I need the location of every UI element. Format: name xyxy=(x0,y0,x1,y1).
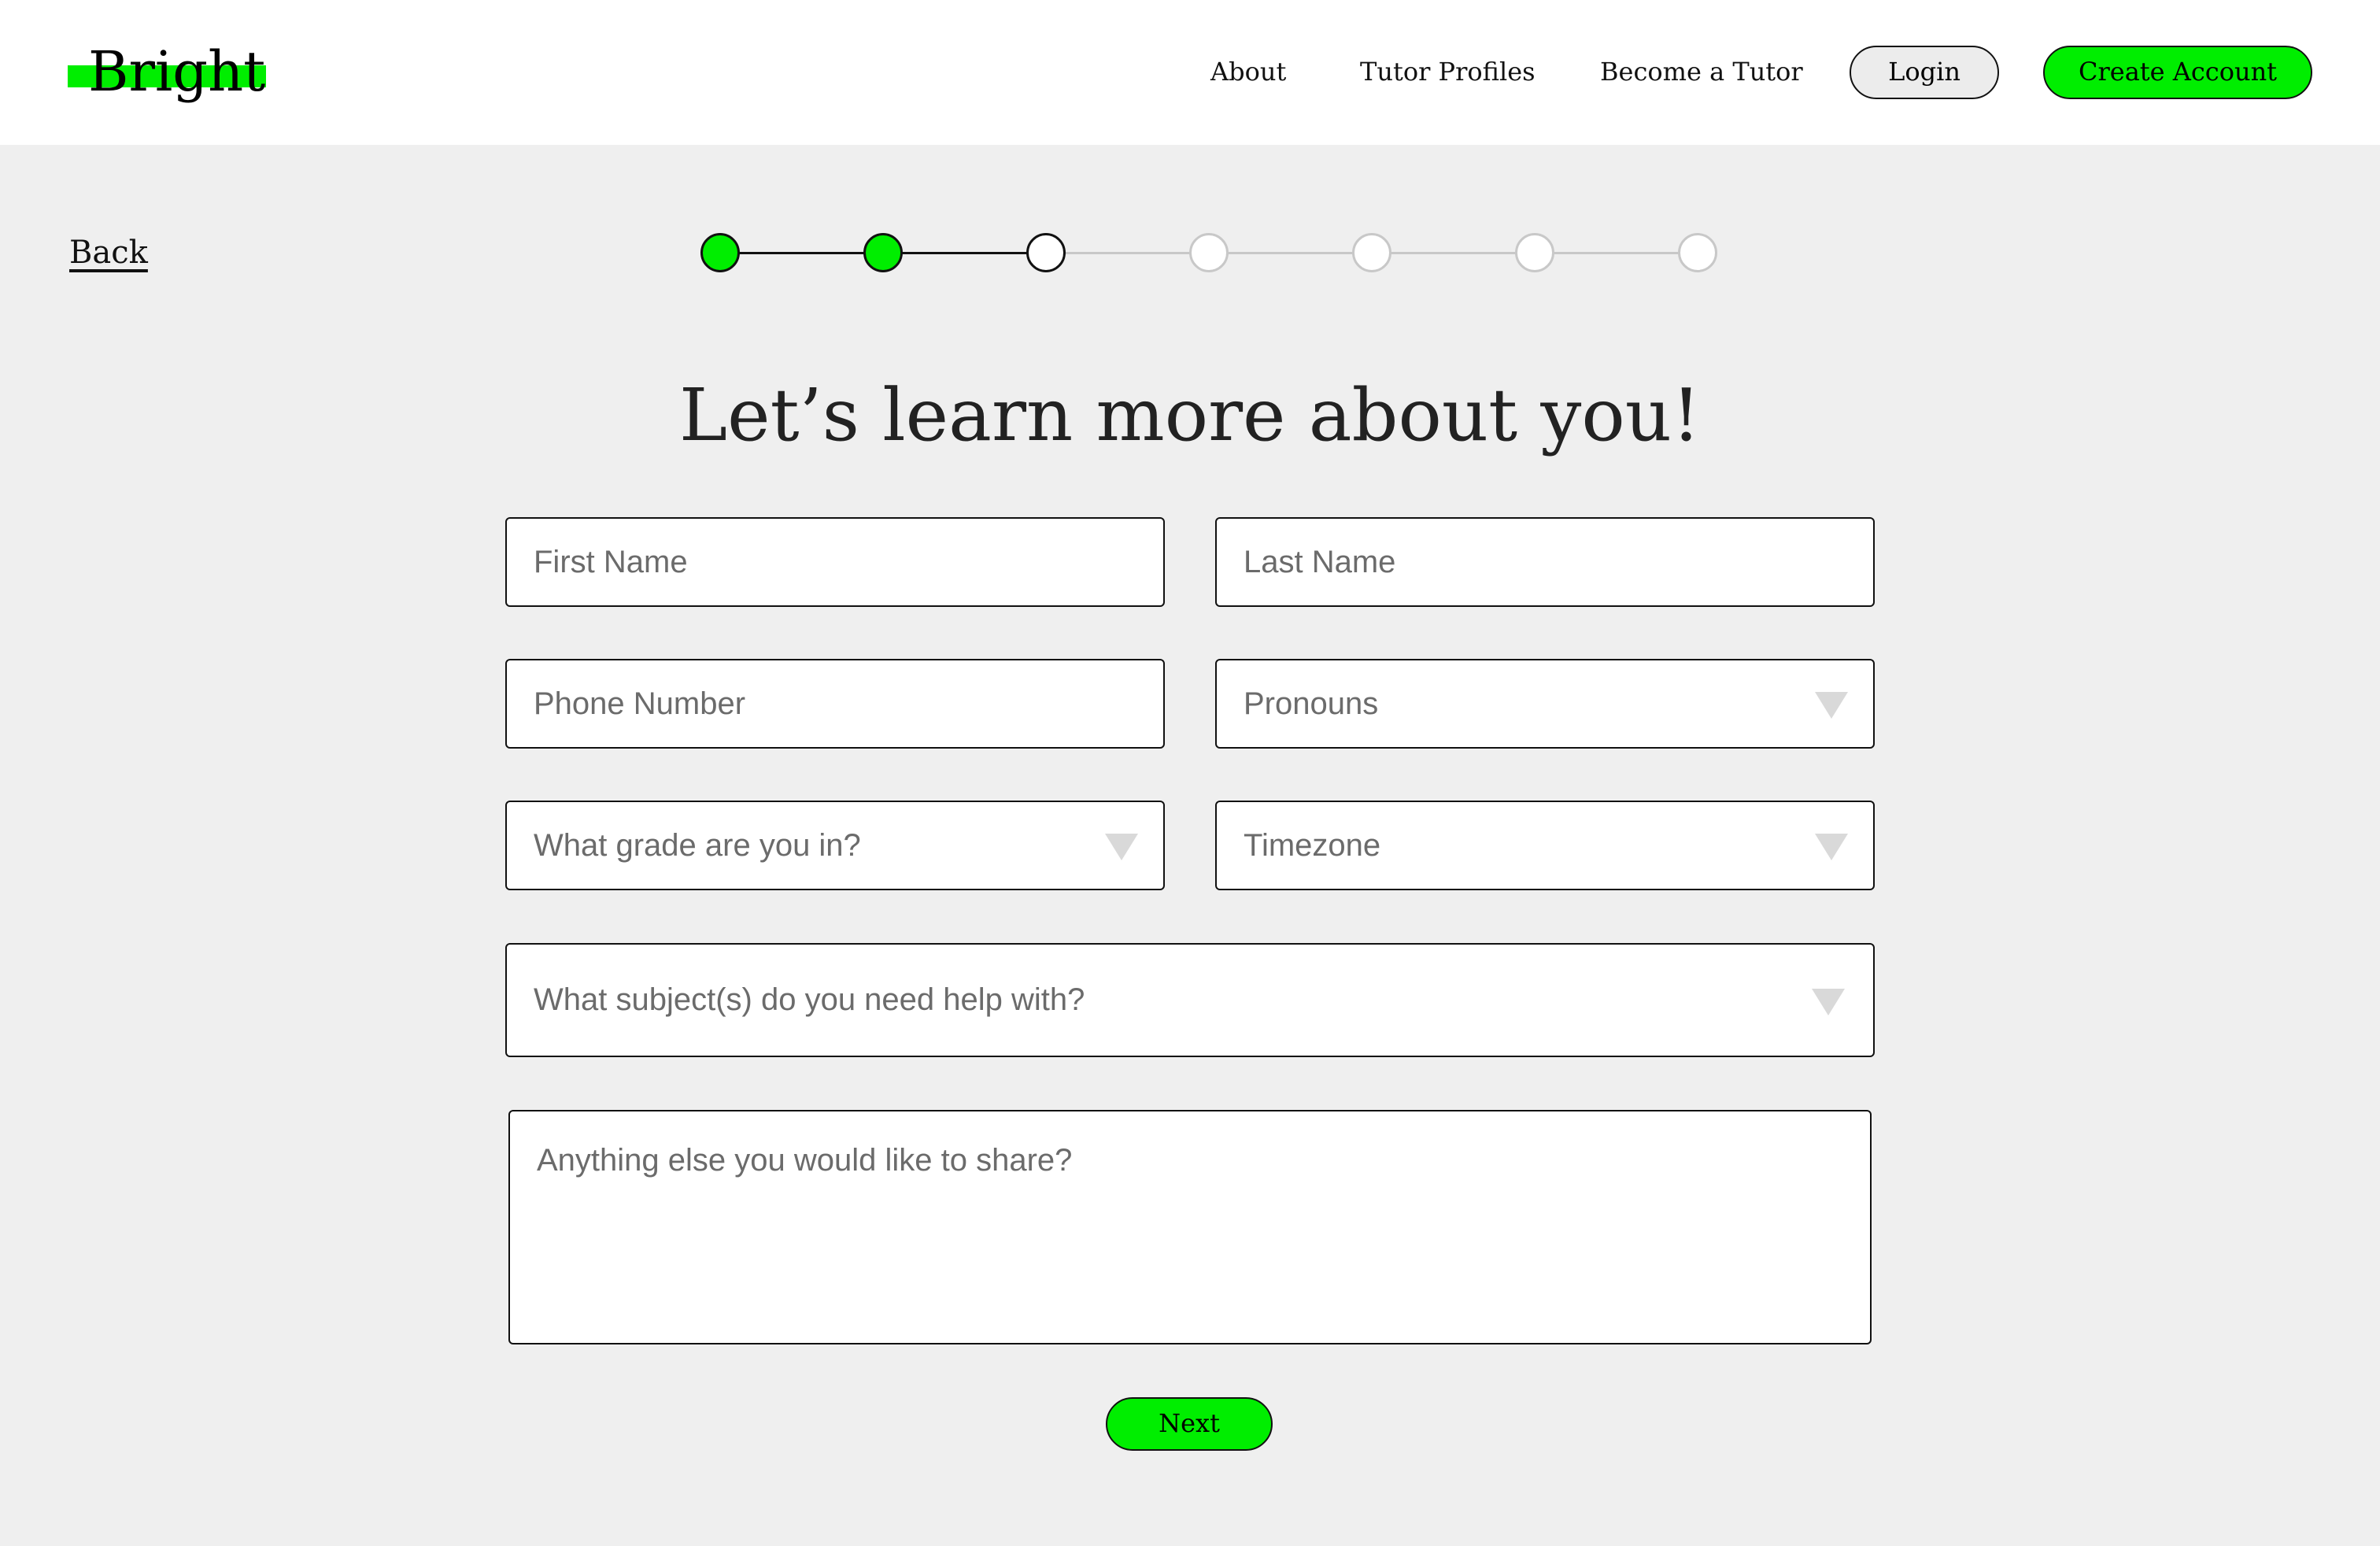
chevron-down-icon xyxy=(1815,692,1848,719)
stepper-connector xyxy=(1046,252,1209,254)
last-name-placeholder: Last Name xyxy=(1244,545,1396,579)
pronouns-placeholder: Pronouns xyxy=(1244,686,1379,721)
stepper-step-3 xyxy=(1026,233,1066,272)
chevron-down-icon xyxy=(1105,834,1138,860)
stepper-connector xyxy=(1209,252,1372,254)
phone-number-placeholder: Phone Number xyxy=(534,686,746,721)
phone-number-field[interactable]: Phone Number xyxy=(505,659,1165,749)
stepper-step-6 xyxy=(1515,233,1554,272)
stepper-connector xyxy=(1535,252,1698,254)
subjects-select[interactable]: What subject(s) do you need help with? xyxy=(505,943,1875,1057)
page-title: Let’s learn more about you! xyxy=(679,373,1701,457)
next-button[interactable]: Next xyxy=(1106,1397,1273,1451)
chevron-down-icon xyxy=(1812,989,1845,1015)
stepper-connector xyxy=(883,252,1046,254)
stepper-step-7 xyxy=(1678,233,1717,272)
first-name-field[interactable]: First Name xyxy=(505,517,1165,607)
stepper-step-1 xyxy=(700,233,740,272)
grade-select[interactable]: What grade are you in? xyxy=(505,801,1165,890)
stepper-step-5 xyxy=(1352,233,1391,272)
first-name-placeholder: First Name xyxy=(534,545,688,579)
stepper-step-4 xyxy=(1189,233,1229,272)
stepper-connector xyxy=(1372,252,1535,254)
chevron-down-icon xyxy=(1815,834,1848,860)
timezone-select[interactable]: Timezone xyxy=(1215,801,1875,890)
stepper-step-2 xyxy=(863,233,903,272)
last-name-field[interactable]: Last Name xyxy=(1215,517,1875,607)
stepper-connector xyxy=(720,252,883,254)
progress-stepper xyxy=(0,0,2380,315)
subjects-placeholder: What subject(s) do you need help with? xyxy=(534,982,1085,1017)
additional-info-textarea[interactable]: Anything else you would like to share? xyxy=(508,1110,1872,1344)
grade-placeholder: What grade are you in? xyxy=(534,828,861,863)
pronouns-select[interactable]: Pronouns xyxy=(1215,659,1875,749)
additional-info-placeholder: Anything else you would like to share? xyxy=(537,1143,1073,1178)
timezone-placeholder: Timezone xyxy=(1244,828,1381,863)
